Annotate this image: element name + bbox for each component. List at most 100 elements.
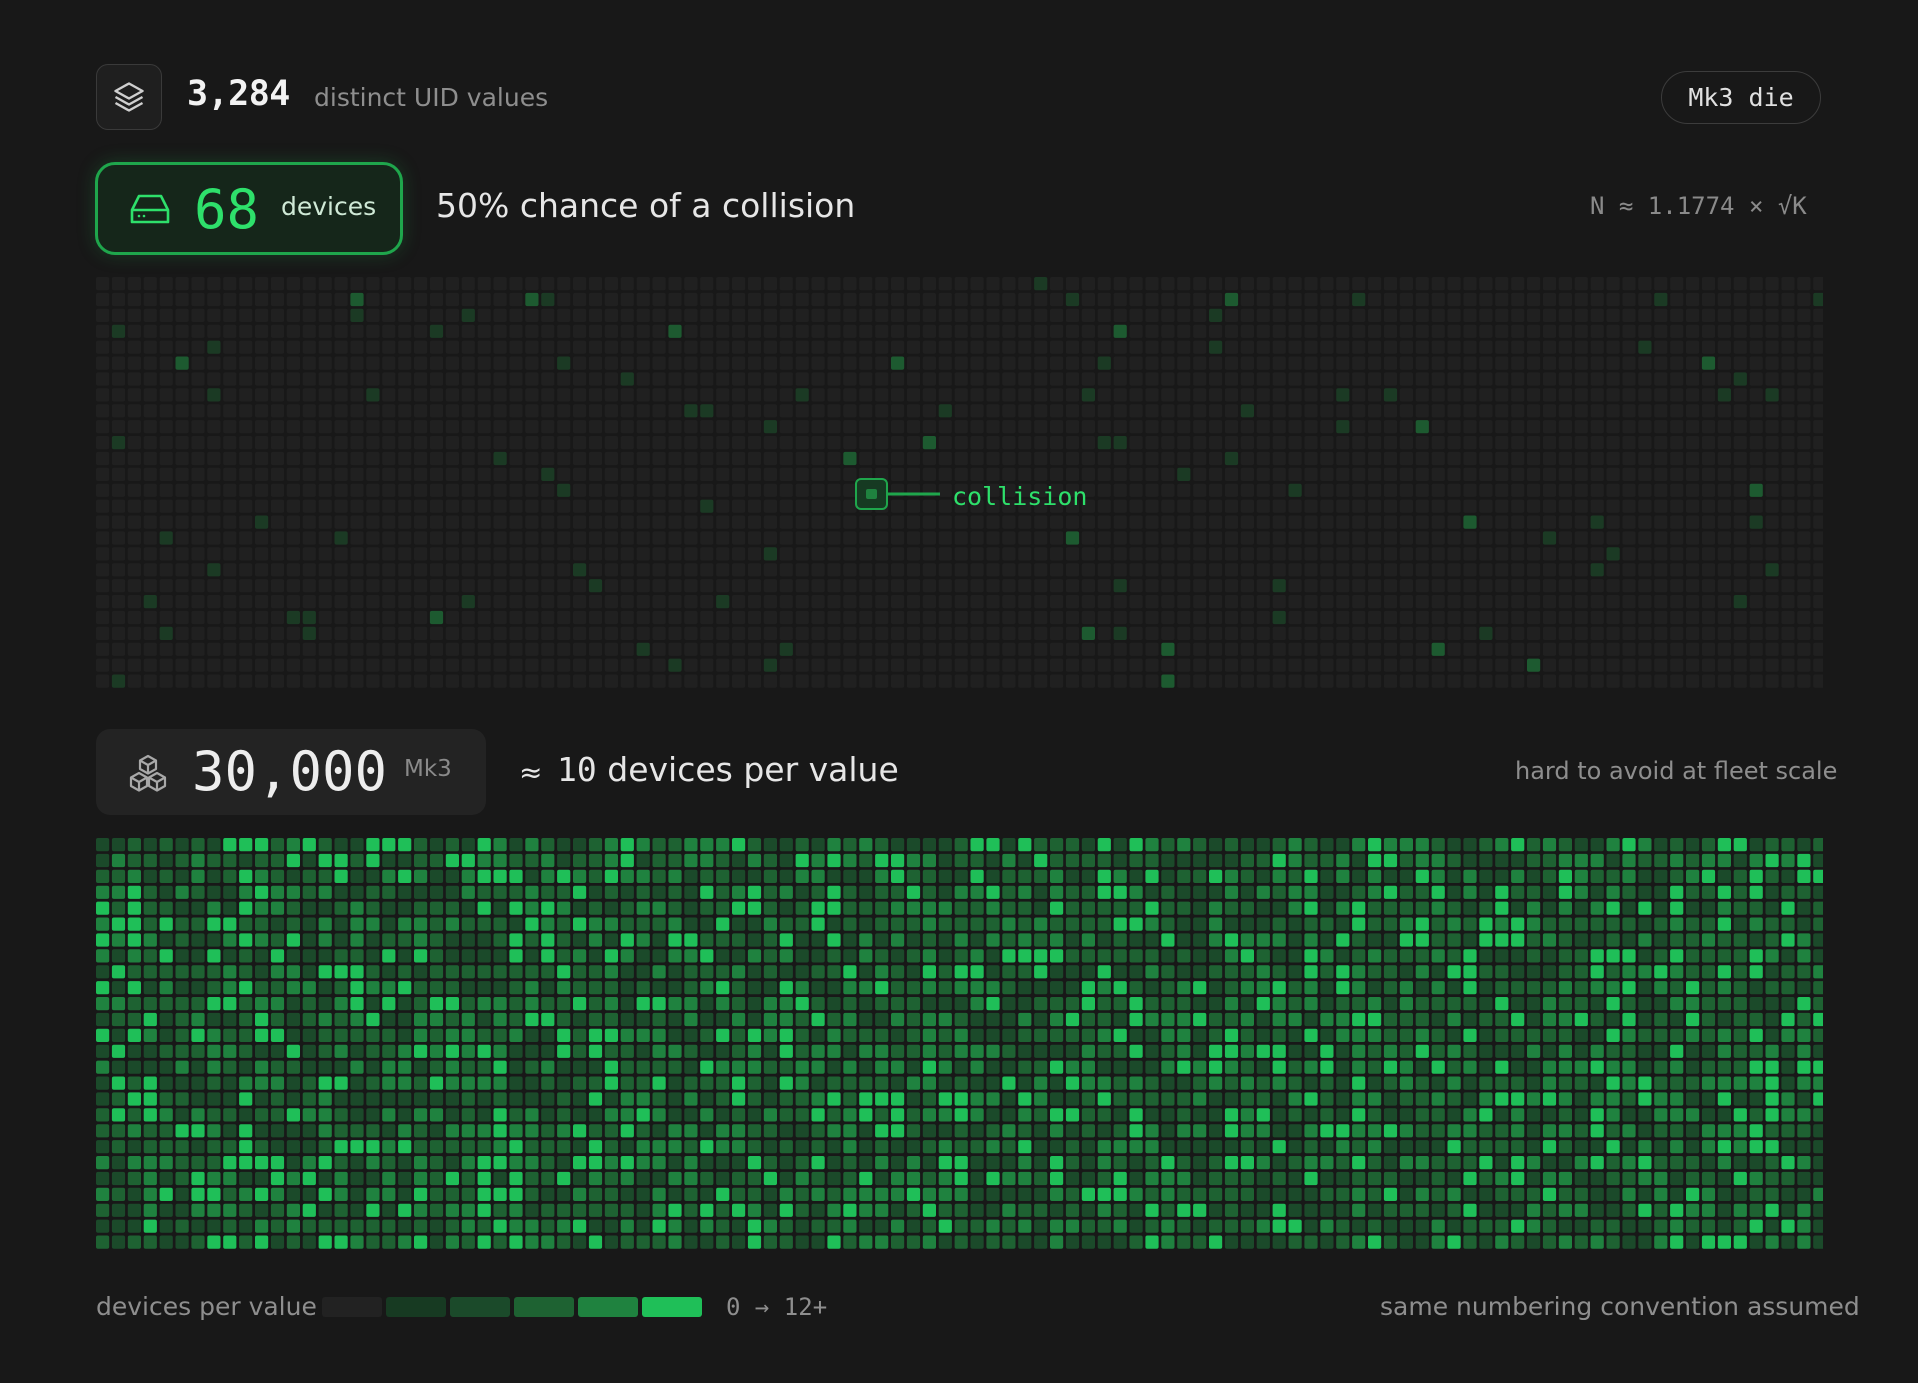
- value-cell: [111, 531, 126, 545]
- value-cell: [747, 949, 762, 963]
- value-cell: [255, 340, 269, 354]
- value-cell: [1065, 467, 1080, 481]
- value-cell: [207, 838, 221, 852]
- value-cell: [1733, 483, 1747, 497]
- value-cell: [1097, 1076, 1111, 1090]
- value-cell: [716, 965, 730, 979]
- value-cell: [1638, 838, 1652, 852]
- value-cell: [1733, 1124, 1747, 1138]
- value-cell: [684, 483, 698, 497]
- die-selector-button[interactable]: Mk3 die: [1661, 71, 1821, 124]
- value-cell: [954, 579, 968, 593]
- value-cell: [1097, 981, 1111, 995]
- value-cell: [493, 949, 507, 963]
- value-cell: [1606, 547, 1620, 561]
- value-cell: [827, 436, 841, 450]
- value-cell: [1479, 853, 1493, 868]
- value-cell: [716, 997, 730, 1011]
- value-cell: [366, 869, 380, 883]
- value-cell: [922, 1044, 936, 1058]
- value-cell: [668, 1108, 682, 1122]
- value-cell: [96, 340, 110, 354]
- value-cell: [1749, 1124, 1763, 1138]
- value-cell: [1336, 1124, 1350, 1138]
- value-cell: [1018, 1140, 1032, 1154]
- value-cell: [1383, 610, 1398, 625]
- value-cell: [620, 1108, 634, 1122]
- value-cell: [477, 1060, 491, 1074]
- value-cell: [175, 997, 189, 1011]
- value-cell: [747, 563, 762, 577]
- value-cell: [875, 965, 889, 979]
- value-cell: [1781, 1076, 1795, 1090]
- value-cell: [1034, 949, 1048, 963]
- value-cell: [1177, 563, 1191, 577]
- value-cell: [1606, 595, 1620, 609]
- value-cell: [1177, 949, 1191, 963]
- value-cell: [541, 642, 555, 656]
- value-cell: [986, 1060, 1000, 1074]
- value-cell: [1320, 674, 1334, 688]
- value-cell: [1081, 340, 1095, 354]
- value-cell: [1097, 404, 1111, 418]
- value-cell: [477, 547, 491, 561]
- value-cell: [906, 997, 921, 1011]
- value-cell: [1415, 1028, 1429, 1042]
- value-cell: [1797, 1108, 1811, 1122]
- value-cell: [1670, 1012, 1684, 1027]
- value-cell: [477, 997, 491, 1011]
- value-cell: [636, 1140, 650, 1154]
- value-cell: [636, 1044, 650, 1058]
- value-cell: [620, 356, 634, 370]
- value-cell: [1813, 642, 1823, 656]
- value-cell: [1129, 579, 1143, 593]
- value-cell: [1399, 674, 1413, 688]
- value-cell: [96, 292, 110, 307]
- value-cell: [1813, 388, 1823, 402]
- value-cell: [938, 388, 952, 402]
- value-cell: [96, 1108, 110, 1122]
- value-cell: [1145, 642, 1159, 656]
- value-cell: [1670, 1108, 1684, 1122]
- value-cell: [96, 626, 110, 640]
- value-cell: [588, 547, 603, 561]
- value-cell: [1018, 610, 1032, 625]
- value-cell: [891, 404, 905, 418]
- value-cell: [223, 340, 237, 354]
- value-cell: [684, 965, 698, 979]
- value-cell: [1081, 1028, 1095, 1042]
- value-cell: [541, 356, 555, 370]
- value-cell: [1542, 933, 1557, 947]
- value-cell: [811, 838, 825, 852]
- value-cell: [1193, 404, 1207, 418]
- value-cell: [954, 965, 968, 979]
- value-cell: [763, 610, 777, 625]
- value-cell: [1097, 1012, 1111, 1027]
- value-cell: [318, 356, 332, 370]
- value-cell: [445, 1108, 459, 1122]
- value-cell: [1495, 515, 1509, 529]
- value-cell: [732, 610, 746, 625]
- value-cell: [96, 483, 110, 497]
- value-cell: [684, 674, 698, 688]
- value-cell: [779, 853, 793, 868]
- value-cell: [716, 642, 730, 656]
- value-cell: [414, 547, 428, 561]
- value-cell: [127, 1044, 141, 1058]
- value-cell: [763, 869, 777, 883]
- value-cell: [1511, 1108, 1525, 1122]
- value-cell: [1209, 965, 1223, 979]
- value-cell: [1781, 1012, 1795, 1027]
- value-cell: [493, 917, 507, 931]
- value-cell: [1352, 965, 1366, 979]
- value-cell: [700, 901, 714, 915]
- value-cell: [1399, 404, 1413, 418]
- value-cell: [827, 388, 841, 402]
- value-cell: [191, 467, 205, 481]
- value-cell: [700, 436, 714, 450]
- value-cell: [398, 1108, 412, 1122]
- value-cell: [1081, 658, 1095, 672]
- value-cell: [747, 388, 762, 402]
- value-cell: [1336, 933, 1350, 947]
- value-cell: [827, 1108, 841, 1122]
